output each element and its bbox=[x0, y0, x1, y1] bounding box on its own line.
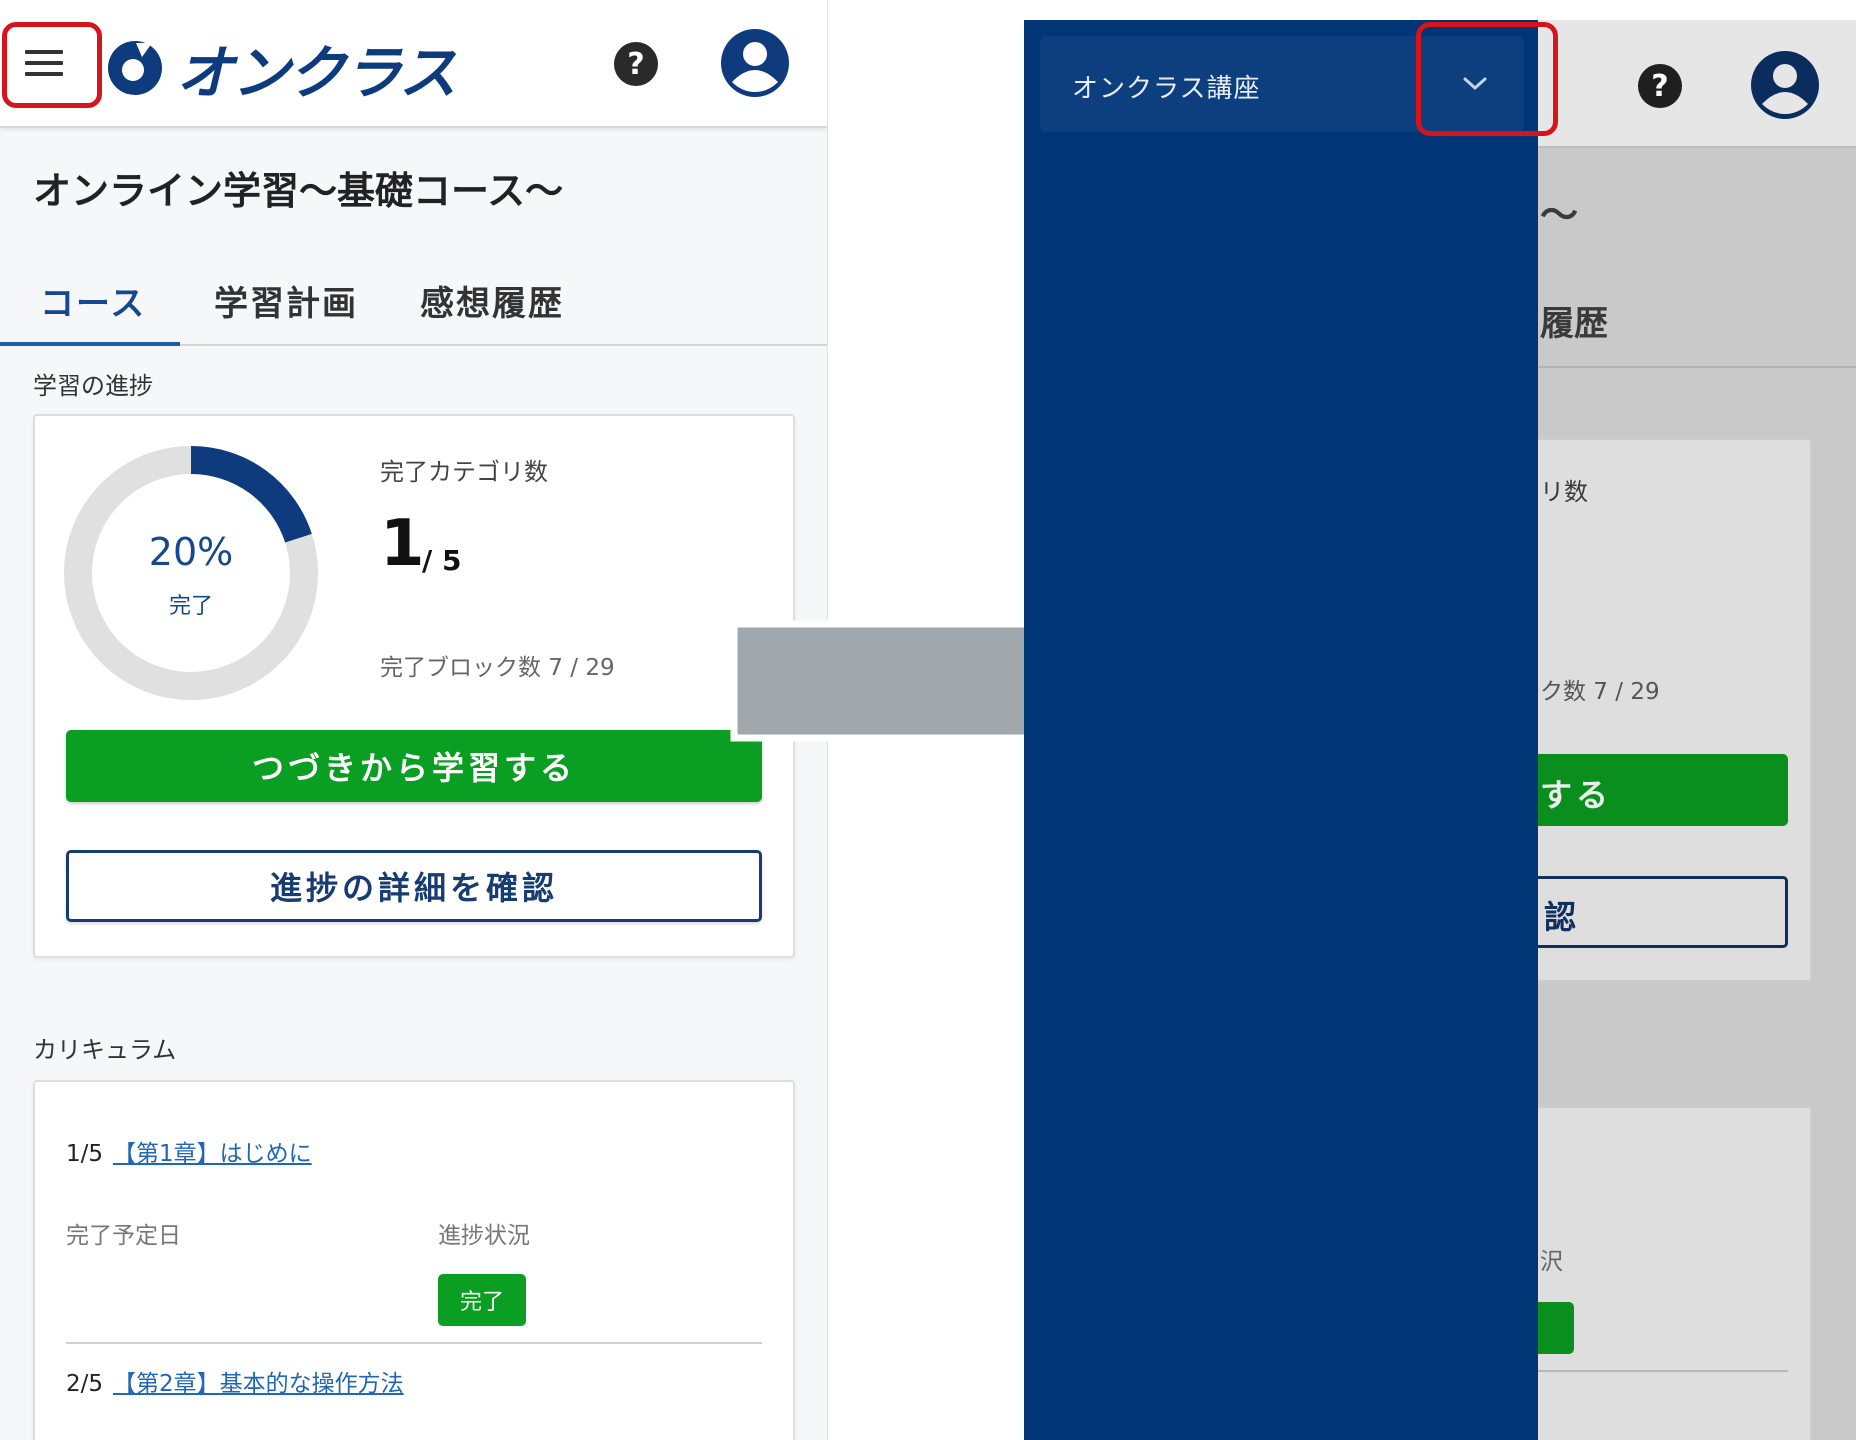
help-icon: ? bbox=[1638, 64, 1682, 108]
tab-study-plan[interactable]: 学習計画 bbox=[214, 276, 358, 325]
chapter-row: 2/5 【第2章】基本的な操作方法 bbox=[66, 1364, 404, 1398]
chapter-index: 1/5 bbox=[66, 1141, 104, 1167]
status-label: 進捗状況 bbox=[438, 1223, 530, 1249]
bg-blocks-fragment: ク数 7 / 29 bbox=[1540, 679, 1660, 705]
chapter-link[interactable]: 【第1章】はじめに bbox=[113, 1141, 312, 1167]
tab-feedback-history[interactable]: 感想履歴 bbox=[420, 276, 564, 325]
category-done-count: 1 bbox=[380, 507, 425, 581]
bg-continue-fragment: する bbox=[1540, 776, 1613, 814]
bg-detail-fragment: 認 bbox=[1544, 898, 1577, 936]
continue-learning-button[interactable]: つづきから学習する bbox=[66, 730, 762, 802]
progress-done-label: 完了 bbox=[168, 594, 213, 619]
hamburger-highlight bbox=[2, 22, 102, 108]
bg-category-fragment: リ数 bbox=[1540, 478, 1588, 506]
help-glyph: ? bbox=[1651, 68, 1669, 104]
logo[interactable]: オンクラス bbox=[106, 26, 457, 110]
nav-drawer: オンクラス講座 bbox=[1024, 20, 1538, 1440]
progress-section-label: 学習の進捗 bbox=[33, 372, 153, 400]
right-screen: ? 〜 履歴 リ数 ク数 7 / 29 する 認 沢 オンクラス講座 bbox=[1024, 20, 1856, 1440]
chapter-link[interactable]: 【第2章】基本的な操作方法 bbox=[113, 1371, 404, 1397]
user-icon[interactable] bbox=[720, 28, 790, 98]
course-select-value: オンクラス講座 bbox=[1072, 74, 1261, 104]
curriculum-label: カリキュラム bbox=[33, 1036, 177, 1064]
category-total-count: / 5 bbox=[422, 544, 462, 577]
status-badge: 完了 bbox=[438, 1274, 526, 1326]
page-title: オンライン学習〜基礎コース〜 bbox=[33, 169, 564, 213]
tab-bar: コース 学習計画 感想履歴 bbox=[0, 256, 827, 346]
help-icon[interactable]: ? bbox=[614, 42, 658, 86]
user-icon bbox=[1751, 51, 1819, 119]
app-header: オンクラス ? bbox=[0, 0, 827, 128]
tab-active-indicator bbox=[0, 342, 180, 346]
chapter-index: 2/5 bbox=[66, 1371, 104, 1397]
progress-percent: 20% bbox=[148, 530, 234, 574]
bg-tab-fragment: 履歴 bbox=[1540, 304, 1608, 344]
progress-detail-button[interactable]: 進捗の詳細を確認 bbox=[66, 850, 762, 922]
bg-title-fragment: 〜 bbox=[1540, 193, 1579, 237]
logo-text: オンクラス bbox=[176, 39, 457, 107]
left-screen: オンクラス ? オンライン学習〜基礎コース〜 コース 学習計画 感想履歴 学習の… bbox=[0, 0, 828, 1440]
tab-course[interactable]: コース bbox=[40, 276, 146, 325]
chapter-row: 1/5 【第1章】はじめに bbox=[66, 1134, 312, 1168]
help-glyph: ? bbox=[627, 46, 645, 82]
blocks-count: 完了ブロック数 7 / 29 bbox=[380, 655, 615, 681]
due-date-label: 完了予定日 bbox=[66, 1223, 181, 1249]
bg-status-fragment: 沢 bbox=[1540, 1249, 1563, 1275]
category-count-label: 完了カテゴリ数 bbox=[380, 458, 548, 486]
logo-mark-icon bbox=[108, 41, 162, 95]
chevron-highlight bbox=[1416, 22, 1558, 136]
row-divider bbox=[66, 1342, 762, 1344]
